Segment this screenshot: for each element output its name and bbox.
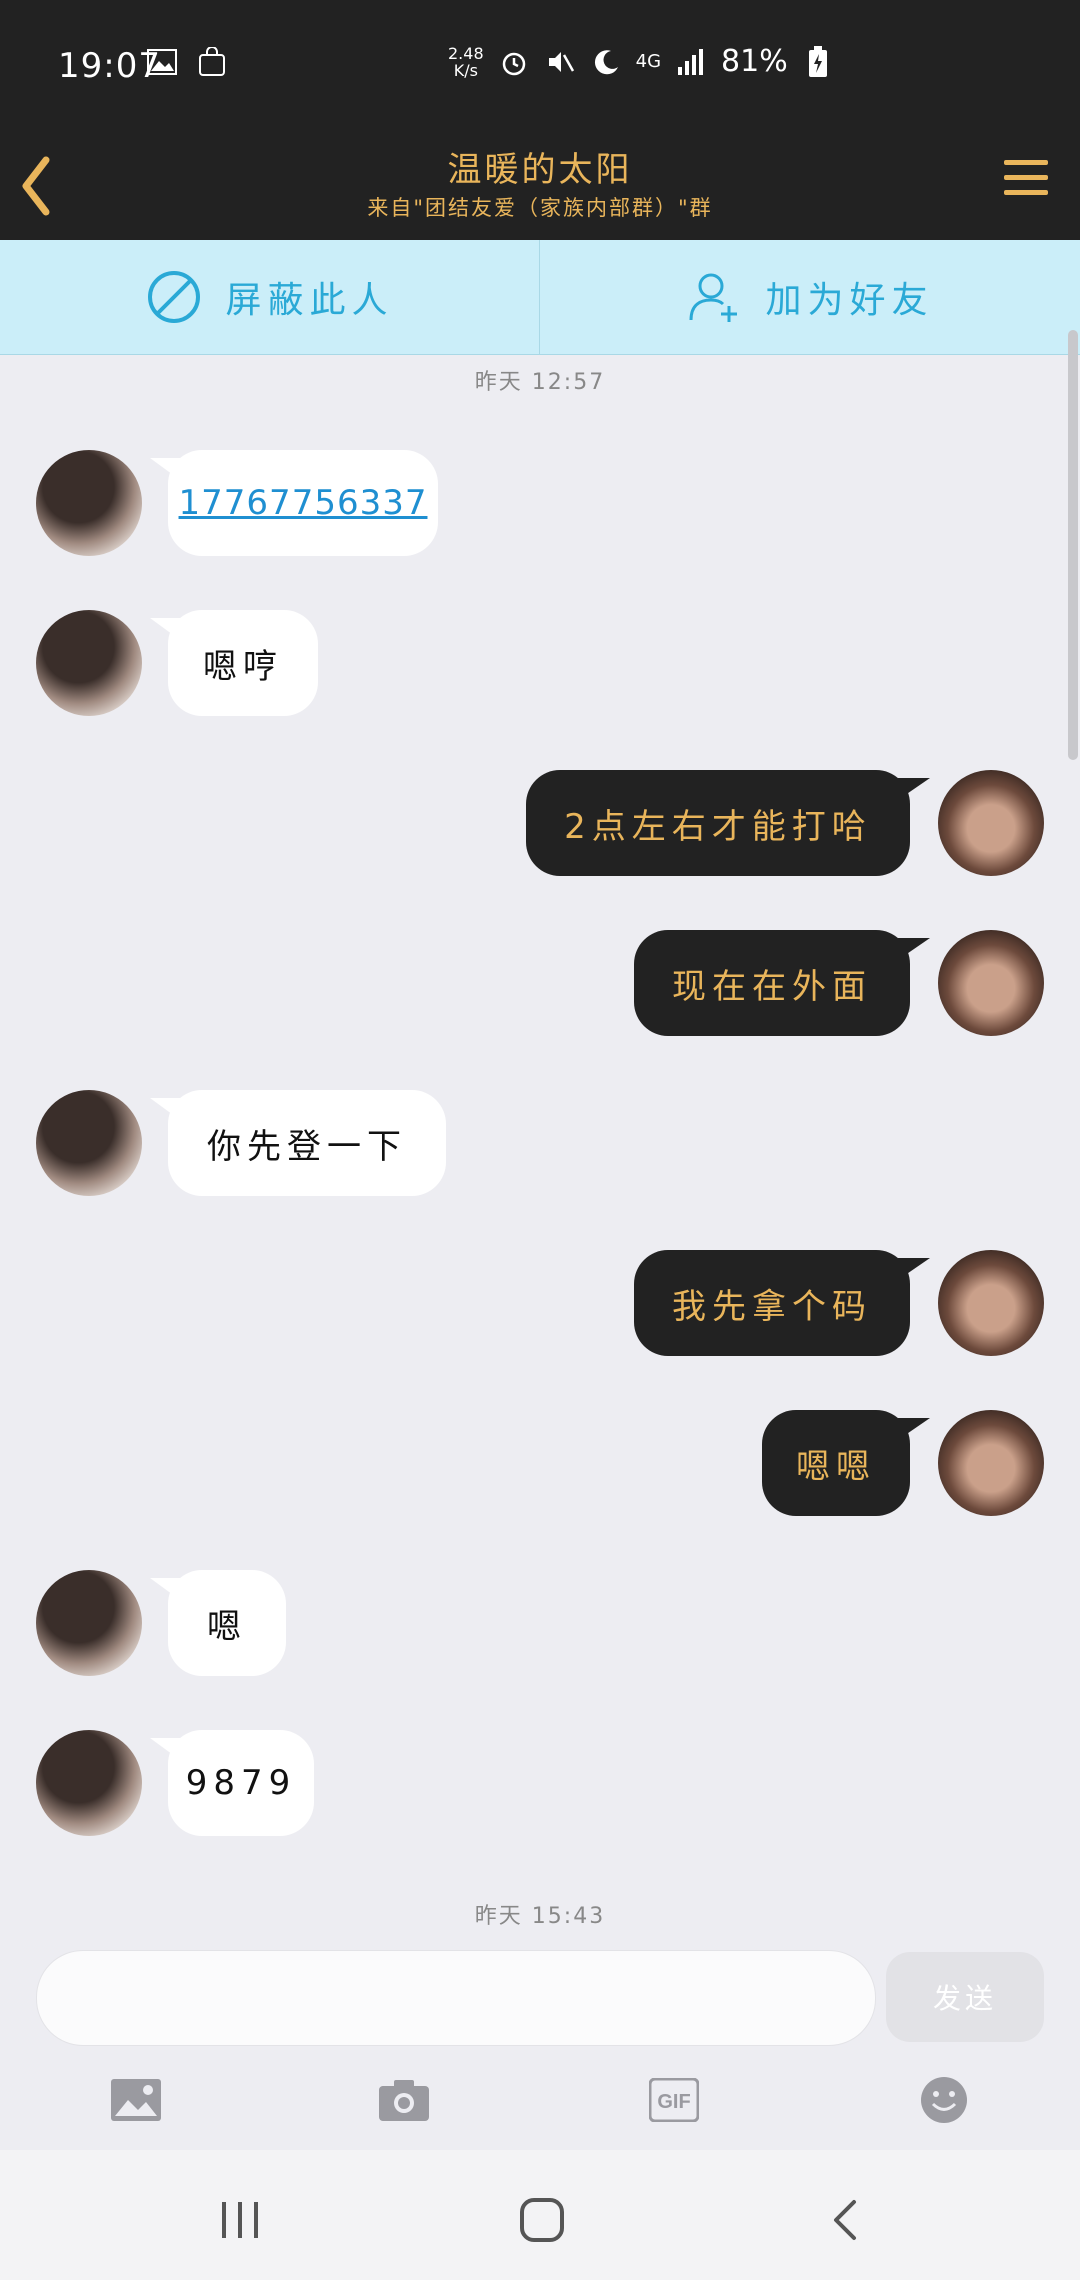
chevron-left-icon xyxy=(834,2200,856,2240)
add-friend-label: 加为好友 xyxy=(765,280,934,321)
image-icon[interactable] xyxy=(108,2072,164,2128)
avatar[interactable] xyxy=(938,1410,1044,1516)
avatar[interactable] xyxy=(36,1090,142,1196)
timestamp: 昨天 15:43 xyxy=(474,1904,606,1929)
message-input[interactable] xyxy=(36,1950,876,2046)
network-type: 4G xyxy=(635,51,662,72)
home-icon xyxy=(520,2198,564,2242)
battery-charging-icon xyxy=(802,45,834,78)
add-friend-button[interactable]: 加为好友 xyxy=(540,240,1079,354)
emoji-icon[interactable] xyxy=(916,2072,972,2128)
message-text: 2点左右才能打哈 xyxy=(564,806,872,847)
message-bubble[interactable]: 你先登一下 xyxy=(150,1090,446,1196)
message-bubble[interactable]: 17767756337 xyxy=(150,450,438,556)
home-button[interactable] xyxy=(512,2190,572,2250)
message-text: 嗯 xyxy=(207,1606,247,1647)
chat-title: 温暖的太阳 xyxy=(447,150,633,190)
svg-text:GIF: GIF xyxy=(657,2091,690,2113)
alarm-icon xyxy=(498,46,530,78)
message-bubble[interactable]: 嗯 xyxy=(150,1570,286,1676)
avatar[interactable] xyxy=(36,1730,142,1836)
network-speed: 2.48 K/s xyxy=(448,43,484,80)
message-text: 你先登一下 xyxy=(207,1126,407,1167)
add-person-icon xyxy=(689,273,738,322)
send-button[interactable]: 发送 xyxy=(886,1952,1044,2042)
timestamp: 昨天 12:57 xyxy=(474,370,606,395)
message-bubble[interactable]: 9879 xyxy=(150,1730,314,1836)
gif-icon[interactable]: GIF xyxy=(646,2072,702,2128)
chat-header: 温暖的太阳 来自"团结友爱（家族内部群）"群 xyxy=(0,130,1080,240)
recent-apps-button[interactable] xyxy=(210,2190,270,2250)
system-nav-bar xyxy=(0,2150,1080,2280)
stranger-action-bar: 屏蔽此人 加为好友 xyxy=(0,240,1080,355)
chat-subtitle: 来自"团结友爱（家族内部群）"群 xyxy=(367,196,713,220)
gallery-notification-icon xyxy=(146,46,178,78)
phone-link[interactable]: 17767756337 xyxy=(179,483,428,523)
block-icon xyxy=(148,271,201,323)
message-bubble[interactable]: 嗯哼 xyxy=(150,610,318,716)
menu-button[interactable] xyxy=(1000,152,1060,212)
block-user-button[interactable]: 屏蔽此人 xyxy=(0,240,540,354)
message-bubble[interactable]: 现在在外面 xyxy=(634,930,930,1036)
bag-notification-icon xyxy=(196,46,228,78)
recent-apps-icon xyxy=(222,2202,258,2238)
message-text: 现在在外面 xyxy=(672,966,872,1007)
do-not-disturb-icon xyxy=(590,46,622,78)
avatar[interactable] xyxy=(36,450,142,556)
message-bubble[interactable]: 2点左右才能打哈 xyxy=(526,770,930,876)
message-text: 我先拿个码 xyxy=(672,1286,872,1327)
avatar[interactable] xyxy=(938,930,1044,1036)
camera-icon[interactable] xyxy=(376,2072,432,2128)
avatar[interactable] xyxy=(36,610,142,716)
mute-icon xyxy=(544,46,576,78)
system-back-button[interactable] xyxy=(816,2190,876,2250)
avatar[interactable] xyxy=(36,1570,142,1676)
message-bubble[interactable]: 我先拿个码 xyxy=(634,1250,930,1356)
message-bubble[interactable]: 嗯嗯 xyxy=(762,1410,930,1516)
status-bar: 19:07 2.48 K/s 4G 81% xyxy=(0,0,1080,130)
battery-level: 81% xyxy=(721,44,788,79)
message-text: 9879 xyxy=(185,1763,297,1803)
signal-icon xyxy=(675,46,707,78)
attachment-toolbar: GIF xyxy=(0,2050,1080,2150)
hamburger-icon xyxy=(1004,160,1048,195)
message-text: 嗯嗯 xyxy=(796,1446,876,1487)
message-text: 嗯哼 xyxy=(203,646,283,687)
avatar[interactable] xyxy=(938,1250,1044,1356)
avatar[interactable] xyxy=(938,770,1044,876)
block-user-label: 屏蔽此人 xyxy=(225,280,394,321)
